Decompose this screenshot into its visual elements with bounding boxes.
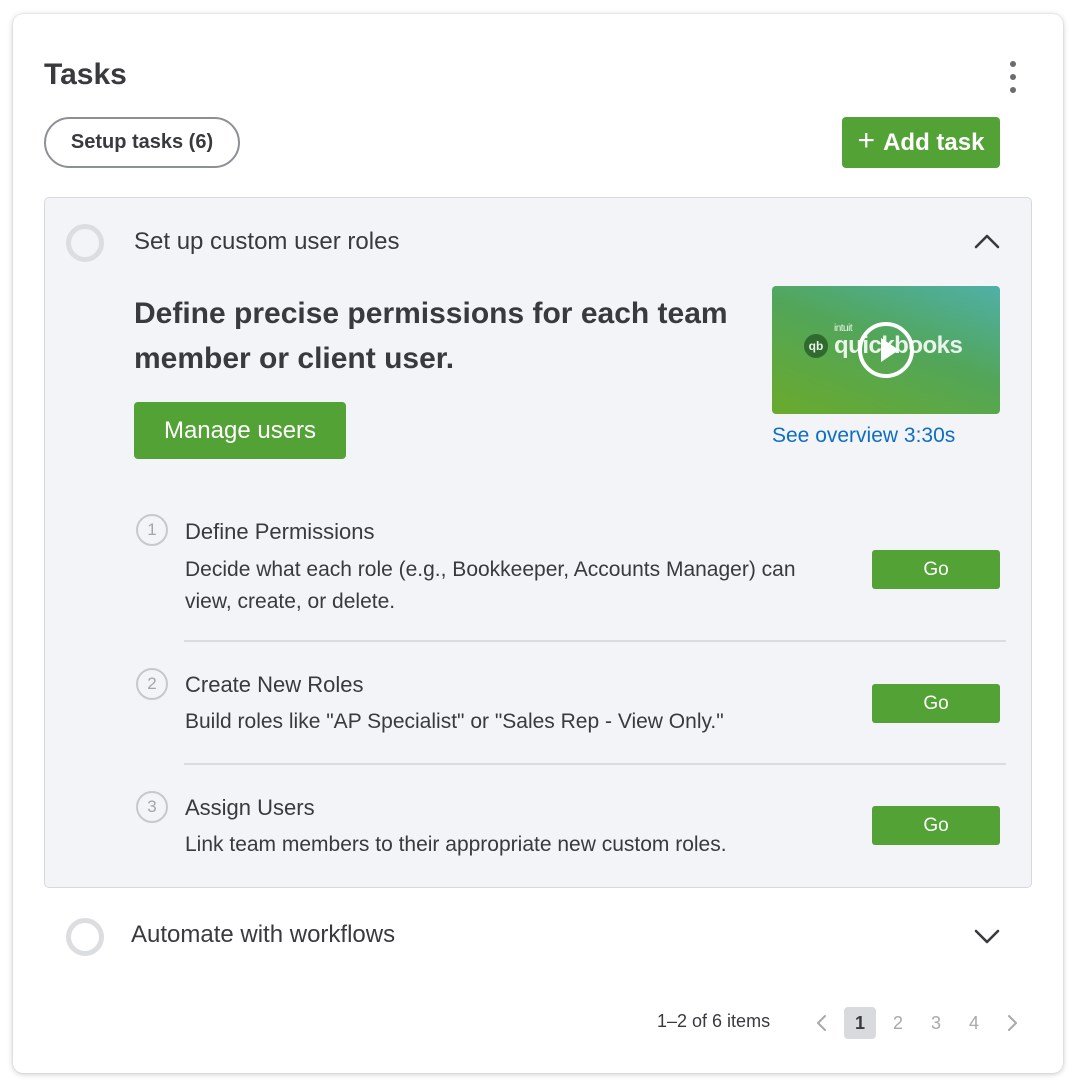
plus-icon: + <box>857 124 876 157</box>
step-description: Decide what each role (e.g., Bookkeeper,… <box>185 558 796 613</box>
page-button-2[interactable]: 2 <box>882 1007 914 1039</box>
step-description: Build roles like "AP Specialist" or "Sal… <box>185 710 724 733</box>
task-panel-expanded: Set up custom user roles Define precise … <box>44 197 1032 888</box>
manage-users-button[interactable]: Manage users <box>134 402 346 459</box>
task-title[interactable]: Set up custom user roles <box>134 228 399 256</box>
add-task-button[interactable]: + Add task <box>842 117 1000 168</box>
chevron-left-icon[interactable] <box>806 1007 838 1039</box>
step-number-badge: 2 <box>136 668 168 700</box>
divider <box>184 640 1006 642</box>
pagination-summary: 1–2 of 6 items <box>657 1011 771 1031</box>
step-description: Link team members to their appropriate n… <box>185 833 727 856</box>
qb-mark-icon: qb <box>804 334 828 358</box>
tasks-card: Tasks Setup tasks (6) + Add task Set up … <box>13 14 1063 1073</box>
task-title[interactable]: Automate with workflows <box>131 921 395 949</box>
chevron-up-icon[interactable] <box>973 232 1001 250</box>
task-radio-button[interactable] <box>66 224 104 262</box>
step-go-button[interactable]: Go <box>872 550 1000 589</box>
chevron-right-icon[interactable] <box>996 1007 1028 1039</box>
setup-tasks-filter[interactable]: Setup tasks (6) <box>44 117 240 168</box>
card-title: Tasks <box>44 58 127 91</box>
play-icon[interactable] <box>858 322 914 378</box>
pagination: 1–2 of 6 items 1 2 3 4 <box>13 1007 1063 1041</box>
divider <box>184 763 1006 765</box>
kebab-icon[interactable] <box>1005 61 1021 93</box>
add-task-label: Add task <box>883 128 985 156</box>
chevron-down-icon[interactable] <box>973 927 1001 945</box>
see-overview-link[interactable]: See overview 3:30s <box>772 424 955 448</box>
page-button-1[interactable]: 1 <box>844 1007 876 1039</box>
page-button-4[interactable]: 4 <box>958 1007 990 1039</box>
task-headline: Define precise permissions for each team… <box>134 297 728 375</box>
task-radio-button[interactable] <box>66 918 104 956</box>
overview-video-thumbnail[interactable]: qb intuit quickbooks <box>772 286 1000 414</box>
step-title: Define Permissions <box>185 519 375 544</box>
step-title: Create New Roles <box>185 672 364 697</box>
page-button-3[interactable]: 3 <box>920 1007 952 1039</box>
step-number-badge: 3 <box>136 791 168 823</box>
step-title: Assign Users <box>185 795 315 820</box>
step-number-badge: 1 <box>136 514 168 546</box>
step-go-button[interactable]: Go <box>872 806 1000 845</box>
step-go-button[interactable]: Go <box>872 684 1000 723</box>
intuit-wordmark: intuit <box>834 323 853 334</box>
